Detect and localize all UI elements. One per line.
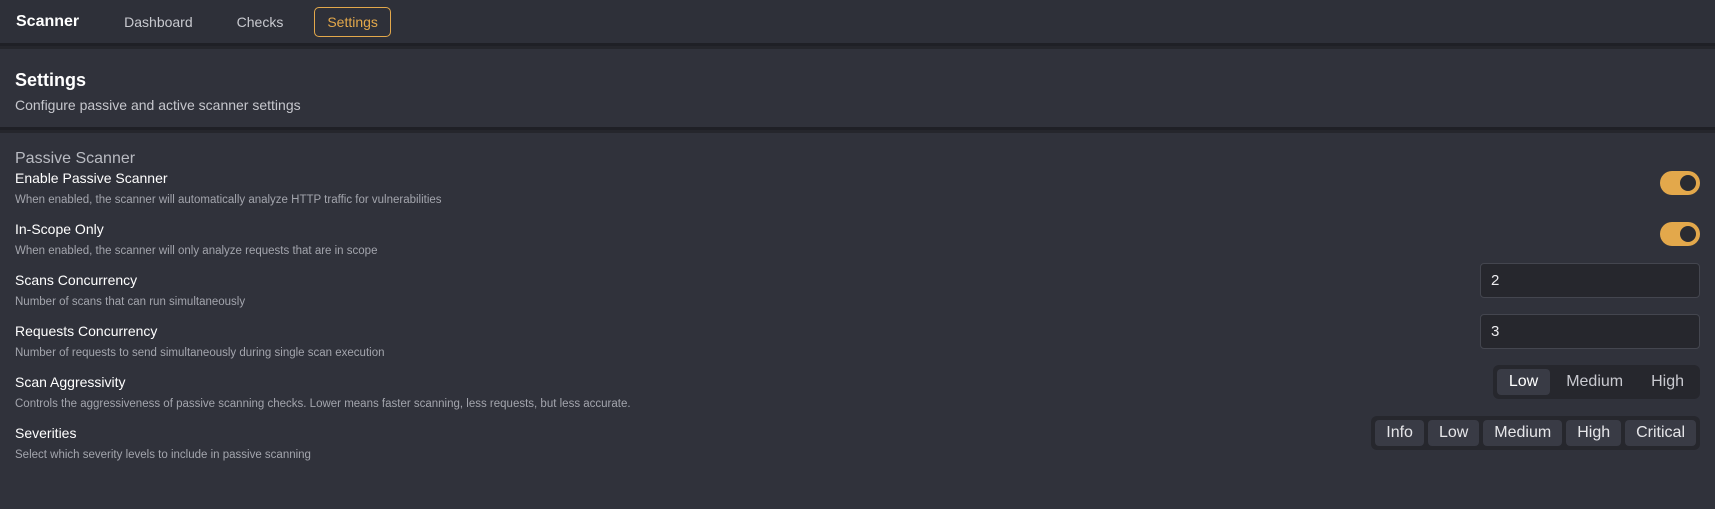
aggressivity-medium-button[interactable]: Medium bbox=[1554, 369, 1635, 395]
severity-medium-button[interactable]: Medium bbox=[1483, 420, 1563, 446]
nav-settings[interactable]: Settings bbox=[314, 6, 391, 37]
section-title: Passive Scanner bbox=[15, 150, 136, 167]
setting-enable-passive: Enable Passive Scanner When enabled, the… bbox=[15, 170, 1700, 220]
top-navbar: Scanner Dashboard Checks Settings bbox=[0, 0, 1715, 46]
page-title: Settings bbox=[15, 70, 87, 90]
severity-critical-button[interactable]: Critical bbox=[1625, 420, 1696, 446]
passive-scanner-section: Passive Scanner Enable Passive Scanner W… bbox=[0, 133, 1715, 509]
toggle-knob bbox=[1680, 226, 1696, 242]
nav-dashboard[interactable]: Dashboard bbox=[111, 7, 206, 37]
settings-header: Settings Configure passive and active sc… bbox=[0, 49, 1715, 130]
setting-label: Enable Passive Scanner bbox=[15, 170, 168, 186]
setting-description: Select which severity levels to include … bbox=[15, 449, 311, 461]
setting-label: Scans Concurrency bbox=[15, 272, 138, 288]
setting-severities: Severities Select which severity levels … bbox=[15, 416, 1700, 475]
app-brand: Scanner bbox=[16, 12, 80, 30]
nav-checks[interactable]: Checks bbox=[224, 7, 297, 37]
scans-concurrency-input[interactable] bbox=[1480, 263, 1700, 298]
setting-description: Number of requests to send simultaneousl… bbox=[15, 347, 385, 359]
setting-description: Number of scans that can run simultaneou… bbox=[15, 296, 246, 308]
setting-scans-concurrency: Scans Concurrency Number of scans that c… bbox=[15, 263, 1700, 322]
severity-info-button[interactable]: Info bbox=[1375, 420, 1424, 446]
setting-label: In-Scope Only bbox=[15, 221, 104, 237]
setting-in-scope-only: In-Scope Only When enabled, the scanner … bbox=[15, 221, 1700, 271]
setting-description: When enabled, the scanner will only anal… bbox=[15, 245, 378, 257]
setting-description: When enabled, the scanner will automatic… bbox=[15, 194, 442, 206]
setting-description: Controls the aggressiveness of passive s… bbox=[15, 398, 631, 410]
page-subtitle: Configure passive and active scanner set… bbox=[15, 97, 301, 113]
aggressivity-selector: Low Medium High bbox=[1492, 365, 1700, 399]
toggle-knob bbox=[1680, 175, 1696, 191]
setting-label: Requests Concurrency bbox=[15, 323, 158, 339]
severity-low-button[interactable]: Low bbox=[1427, 420, 1480, 446]
setting-requests-concurrency: Requests Concurrency Number of requests … bbox=[15, 314, 1700, 373]
severities-selector: Info Low Medium High Critical bbox=[1371, 416, 1700, 450]
requests-concurrency-input[interactable] bbox=[1480, 314, 1700, 349]
severity-high-button[interactable]: High bbox=[1566, 420, 1622, 446]
aggressivity-low-button[interactable]: Low bbox=[1496, 369, 1551, 395]
setting-label: Scan Aggressivity bbox=[15, 374, 126, 390]
in-scope-toggle[interactable] bbox=[1660, 222, 1700, 246]
aggressivity-high-button[interactable]: High bbox=[1639, 369, 1696, 395]
enable-passive-toggle[interactable] bbox=[1660, 171, 1700, 195]
